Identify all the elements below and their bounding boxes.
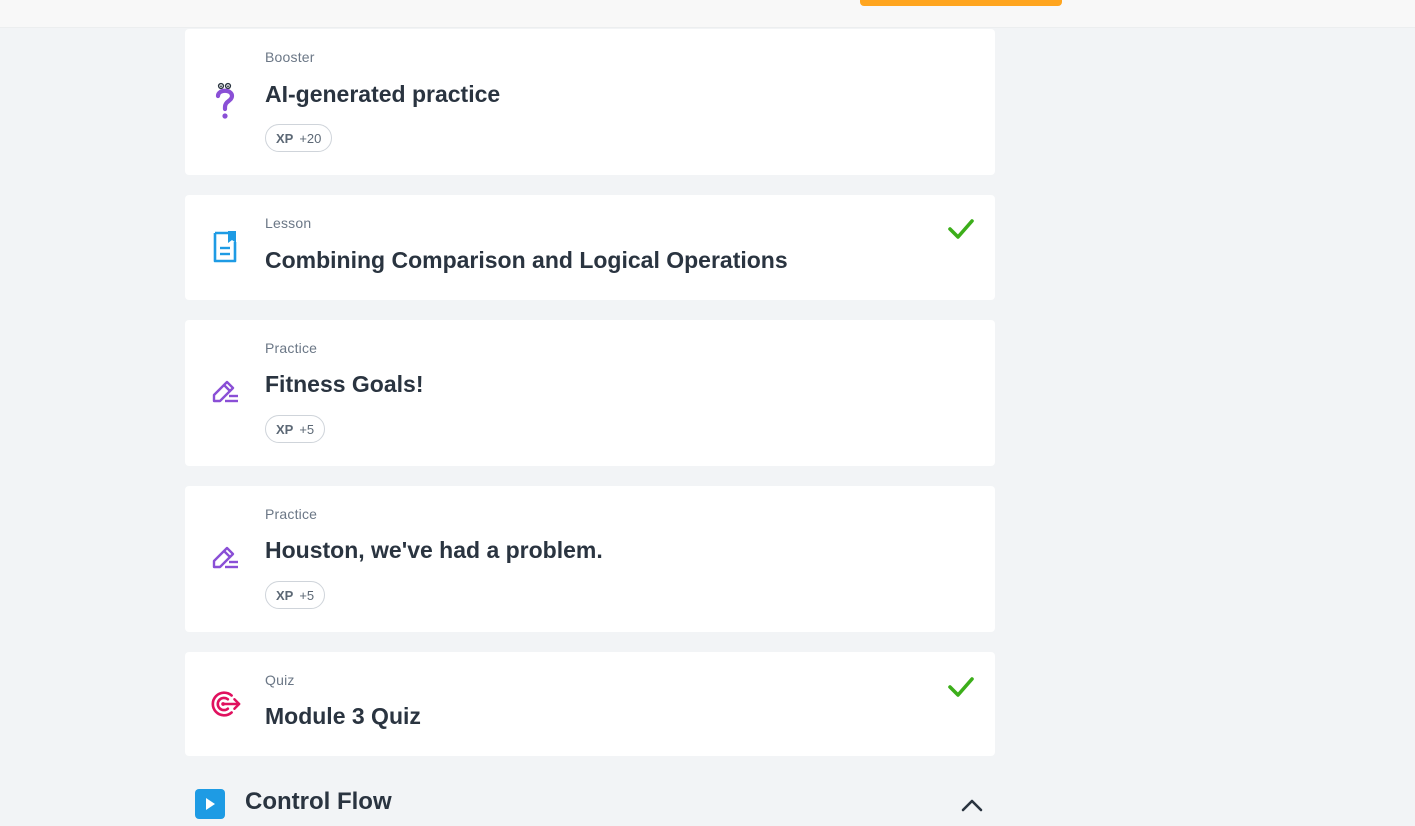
xp-value: +20 <box>299 130 322 146</box>
xp-label: XP <box>276 587 294 603</box>
section-title: Control Flow <box>245 788 392 815</box>
pencil-edit-icon <box>209 376 241 408</box>
xp-badge: XP +5 <box>265 581 326 609</box>
item-title[interactable]: Fitness Goals! <box>265 371 423 398</box>
item-kind-label: Booster <box>265 49 315 65</box>
item-title[interactable]: AI-generated practice <box>265 81 500 108</box>
lesson-document-icon <box>209 231 241 263</box>
top-bar-cta-button[interactable] <box>860 0 1062 6</box>
target-icon <box>209 688 241 720</box>
item-kind-label: Practice <box>265 506 318 522</box>
xp-label: XP <box>276 421 294 437</box>
item-title[interactable]: Module 3 Quiz <box>265 703 421 730</box>
section-header-control-flow[interactable]: Control Flow <box>185 780 995 826</box>
item-kind-label: Quiz <box>265 672 295 688</box>
course-item-card[interactable]: Quiz Module 3 Quiz <box>185 652 995 756</box>
xp-badge: XP +5 <box>265 415 326 443</box>
course-item-card[interactable]: Practice Houston, we've had a problem. X… <box>185 486 995 632</box>
item-title[interactable]: Combining Comparison and Logical Operati… <box>265 247 788 274</box>
item-kind-label: Lesson <box>265 215 312 231</box>
xp-value: +5 <box>299 587 315 603</box>
course-item-card[interactable]: Booster AI-generated practice XP +20 <box>185 29 995 175</box>
course-item-card[interactable]: Lesson Combining Comparison and Logical … <box>185 195 995 300</box>
play-icon <box>195 789 225 819</box>
item-kind-label: Practice <box>265 340 318 356</box>
top-bar <box>0 0 1415 28</box>
pencil-edit-icon <box>209 542 241 574</box>
question-mark-icon <box>209 82 241 119</box>
course-item-card[interactable]: Practice Fitness Goals! XP +5 <box>185 320 995 466</box>
item-title[interactable]: Houston, we've had a problem. <box>265 537 603 564</box>
completed-check-icon <box>948 677 974 697</box>
xp-value: +5 <box>299 421 315 437</box>
completed-check-icon <box>948 219 974 239</box>
xp-badge: XP +20 <box>265 124 333 152</box>
xp-label: XP <box>276 130 294 146</box>
chevron-up-icon[interactable] <box>959 792 985 818</box>
